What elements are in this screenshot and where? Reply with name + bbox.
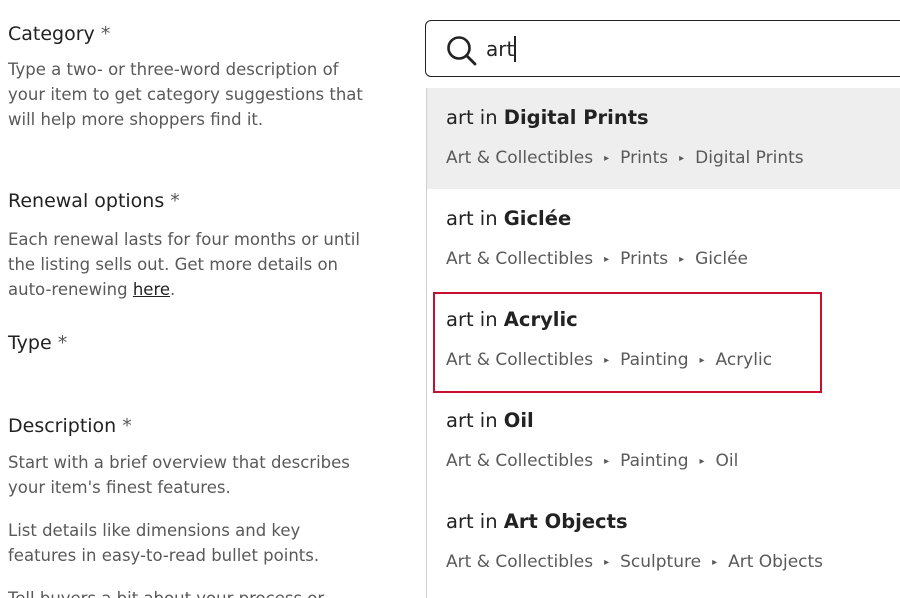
- description-section: Description * Start with a brief overvie…: [8, 412, 368, 598]
- description-title: Description *: [8, 415, 132, 437]
- suggestion-title: art in Digital Prints: [446, 106, 649, 129]
- required-mark: *: [170, 190, 180, 212]
- path-separator-icon: ▸: [712, 557, 718, 568]
- search-icon: [447, 36, 477, 66]
- suggestion-path: Art & Collectibles ▸ Prints ▸ Giclée: [446, 249, 749, 269]
- category-search-input[interactable]: [486, 31, 886, 67]
- suggestion-oil[interactable]: art in Oil Art & Collectibles ▸ Painting ▸ O…: [427, 391, 900, 492]
- path-separator-icon: ▸: [604, 153, 610, 164]
- suggestion-path: Art & Collectibles ▸ Sculpture ▸ Art Objects: [446, 552, 824, 572]
- suggestion-title: art in Giclée: [446, 207, 572, 230]
- suggestion-art-objects[interactable]: art in Art Objects Art & Collectibles ▸ Sc…: [427, 492, 900, 593]
- path-separator-icon: ▸: [699, 355, 705, 366]
- description-help-2: List details like dimensions and key fea…: [8, 521, 320, 565]
- suggestion-title: art in Art Objects: [446, 510, 628, 533]
- renewal-description: Each renewal lasts for four months or un…: [8, 230, 360, 299]
- path-separator-icon: ▸: [604, 456, 610, 467]
- category-section: Category * Type a two- or three-word des…: [8, 20, 368, 132]
- path-separator-icon: ▸: [679, 153, 685, 164]
- category-search-box[interactable]: [425, 20, 900, 77]
- type-title: Type *: [8, 332, 68, 354]
- required-mark: *: [122, 415, 132, 437]
- path-separator-icon: ▸: [699, 456, 705, 467]
- description-help-3: Tell buyers a bit about your process or: [8, 586, 368, 598]
- suggestion-path: Art & Collectibles ▸ Painting ▸ Acrylic: [446, 350, 773, 370]
- category-title: Category *: [8, 23, 111, 45]
- suggestion-title: art in Oil: [446, 409, 534, 432]
- category-suggestions-dropdown: art in Digital Prints Art & Collectibles…: [426, 88, 900, 598]
- suggestion-giclee[interactable]: art in Giclée Art & Collectibles ▸ Prints ▸…: [427, 189, 900, 290]
- renewal-title: Renewal options *: [8, 190, 180, 212]
- required-mark: *: [100, 23, 111, 45]
- description-help-1: Start with a brief overview that describ…: [8, 453, 350, 497]
- required-mark: *: [57, 332, 68, 354]
- path-separator-icon: ▸: [604, 557, 610, 568]
- suggestion-path: Art & Collectibles ▸ Painting ▸ Oil: [446, 451, 739, 471]
- suggestion-path: Art & Collectibles ▸ Prints ▸ Digital Prints: [446, 148, 804, 168]
- listing-form-page: Category * Type a two- or three-word des…: [0, 0, 900, 598]
- path-separator-icon: ▸: [604, 254, 610, 265]
- auto-renew-help-link[interactable]: here: [133, 280, 170, 299]
- path-separator-icon: ▸: [679, 254, 685, 265]
- suggestion-title: art in Acrylic: [446, 308, 578, 331]
- suggestion-acrylic[interactable]: art in Acrylic Art & Collectibles ▸ Painti…: [427, 290, 900, 391]
- renewal-section: Renewal options * Each renewal lasts for…: [8, 187, 368, 302]
- text-caret: [514, 36, 516, 62]
- suggestion-digital-prints[interactable]: art in Digital Prints Art & Collectibles…: [427, 88, 900, 189]
- path-separator-icon: ▸: [604, 355, 610, 366]
- category-description: Type a two- or three-word description of…: [8, 60, 363, 129]
- type-section: Type *: [8, 329, 67, 357]
